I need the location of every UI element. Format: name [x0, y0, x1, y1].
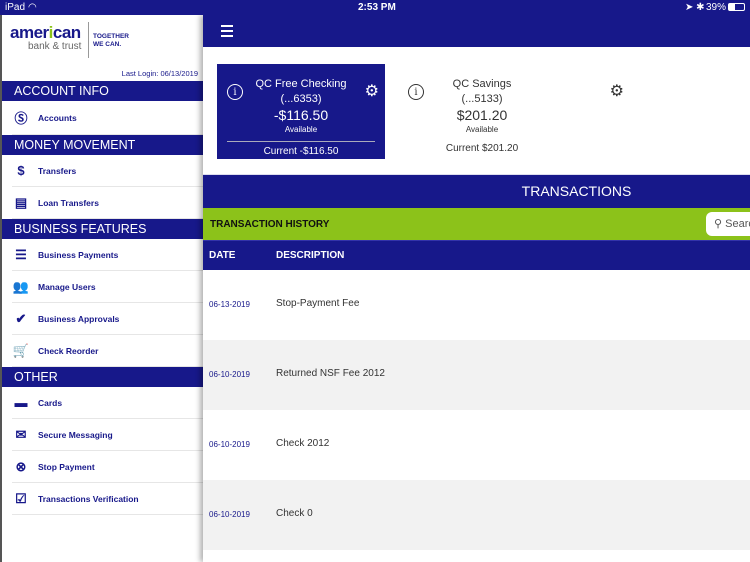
transaction-list: 06-13-2019 Stop-Payment Fee 06-10-2019 Ret… — [203, 270, 750, 550]
coin-stack-icon: ☰ — [15, 246, 27, 262]
sidebar-item-secure-messaging[interactable]: ✉ Secure Messaging — [12, 419, 203, 451]
gear-icon[interactable]: ⚙ — [365, 81, 379, 101]
x-circle-icon: ⊗ — [15, 458, 27, 474]
cart-icon: 🛒 — [12, 342, 30, 358]
info-icon[interactable]: i — [227, 84, 243, 100]
table-row[interactable]: 06-13-2019 Stop-Payment Fee — [203, 270, 750, 340]
status-bar: iPad ◠ 2:53 PM ➤ ✱ 39% — [0, 0, 750, 15]
sidebar-item-loan-transfers[interactable]: ▤ Loan Transfers — [12, 187, 203, 219]
last-login: Last Login: 06/13/2019 — [121, 69, 198, 78]
section-account-info: ACCOUNT INFO — [2, 81, 203, 101]
sidebar-item-business-approvals[interactable]: ✔ Business Approvals — [12, 303, 203, 335]
clock: 2:53 PM — [358, 2, 396, 13]
sidebar-item-check-reorder[interactable]: 🛒 Check Reorder — [12, 335, 203, 367]
check-circle-icon: ✔ — [15, 310, 27, 326]
dollar-coin-icon: Ⓢ — [14, 111, 28, 126]
wifi-icon: ◠ — [28, 2, 37, 13]
search-icon: ⚲ — [714, 218, 726, 230]
table-row[interactable]: 06-10-2019 Returned NSF Fee 2012 — [203, 340, 750, 410]
battery-icon — [728, 3, 745, 11]
bank-logo: american bank & trust TOGETHER WE CAN. — [2, 15, 203, 65]
account-cards: i ⚙ QC Free Checking (...6353) -$116.50 … — [203, 47, 750, 175]
transaction-history-bar: TRANSACTION HISTORY ⚲ Search — [203, 208, 750, 240]
table-row[interactable]: 06-10-2019 Check 0 — [203, 480, 750, 550]
sidebar-item-accounts[interactable]: Ⓢ Accounts — [12, 101, 203, 135]
sidebar: american bank & trust TOGETHER WE CAN. La… — [0, 15, 203, 562]
sidebar-item-business-payments[interactable]: ☰ Business Payments — [12, 239, 203, 271]
checklist-icon: ☑ — [15, 490, 27, 506]
section-other: OTHER — [2, 367, 203, 387]
sidebar-item-stop-payment[interactable]: ⊗ Stop Payment — [12, 451, 203, 483]
card-icon: ▬ — [14, 395, 28, 410]
document-icon: ▤ — [14, 194, 28, 210]
battery-level: 39% — [706, 2, 727, 13]
sidebar-item-manage-users[interactable]: 👥 Manage Users — [12, 271, 203, 303]
users-icon: 👥 — [12, 278, 30, 294]
transfer-icon: $ — [17, 163, 25, 178]
table-header: DATE DESCRIPTION — [203, 240, 750, 270]
envelope-icon: ✉ — [15, 426, 27, 442]
sidebar-item-transactions-verification[interactable]: ☑ Transactions Verification — [12, 483, 203, 515]
search-input[interactable]: ⚲ Search — [706, 212, 750, 236]
account-card-checking[interactable]: i ⚙ QC Free Checking (...6353) -$116.50 … — [217, 64, 385, 159]
device-label: iPad — [5, 2, 26, 13]
main-panel: i ⚙ QC Free Checking (...6353) -$116.50 … — [203, 15, 750, 562]
transactions-title: TRANSACTIONS — [203, 175, 750, 208]
sidebar-item-cards[interactable]: ▬ Cards — [12, 387, 203, 419]
table-row[interactable]: 06-10-2019 Check 2012 — [203, 410, 750, 480]
section-business-features: BUSINESS FEATURES — [2, 219, 203, 239]
info-icon[interactable]: i — [408, 84, 424, 100]
hamburger-menu-icon[interactable] — [221, 25, 233, 40]
sidebar-item-transfers[interactable]: $ Transfers — [12, 155, 203, 187]
account-card-savings[interactable]: i ⚙ QC Savings (...5133) $201.20 Availab… — [398, 64, 624, 159]
location-bluetooth-icons: ➤ ✱ — [685, 2, 705, 13]
section-money-movement: MONEY MOVEMENT — [2, 135, 203, 155]
gear-icon[interactable]: ⚙ — [610, 81, 624, 101]
top-bar — [203, 15, 750, 47]
